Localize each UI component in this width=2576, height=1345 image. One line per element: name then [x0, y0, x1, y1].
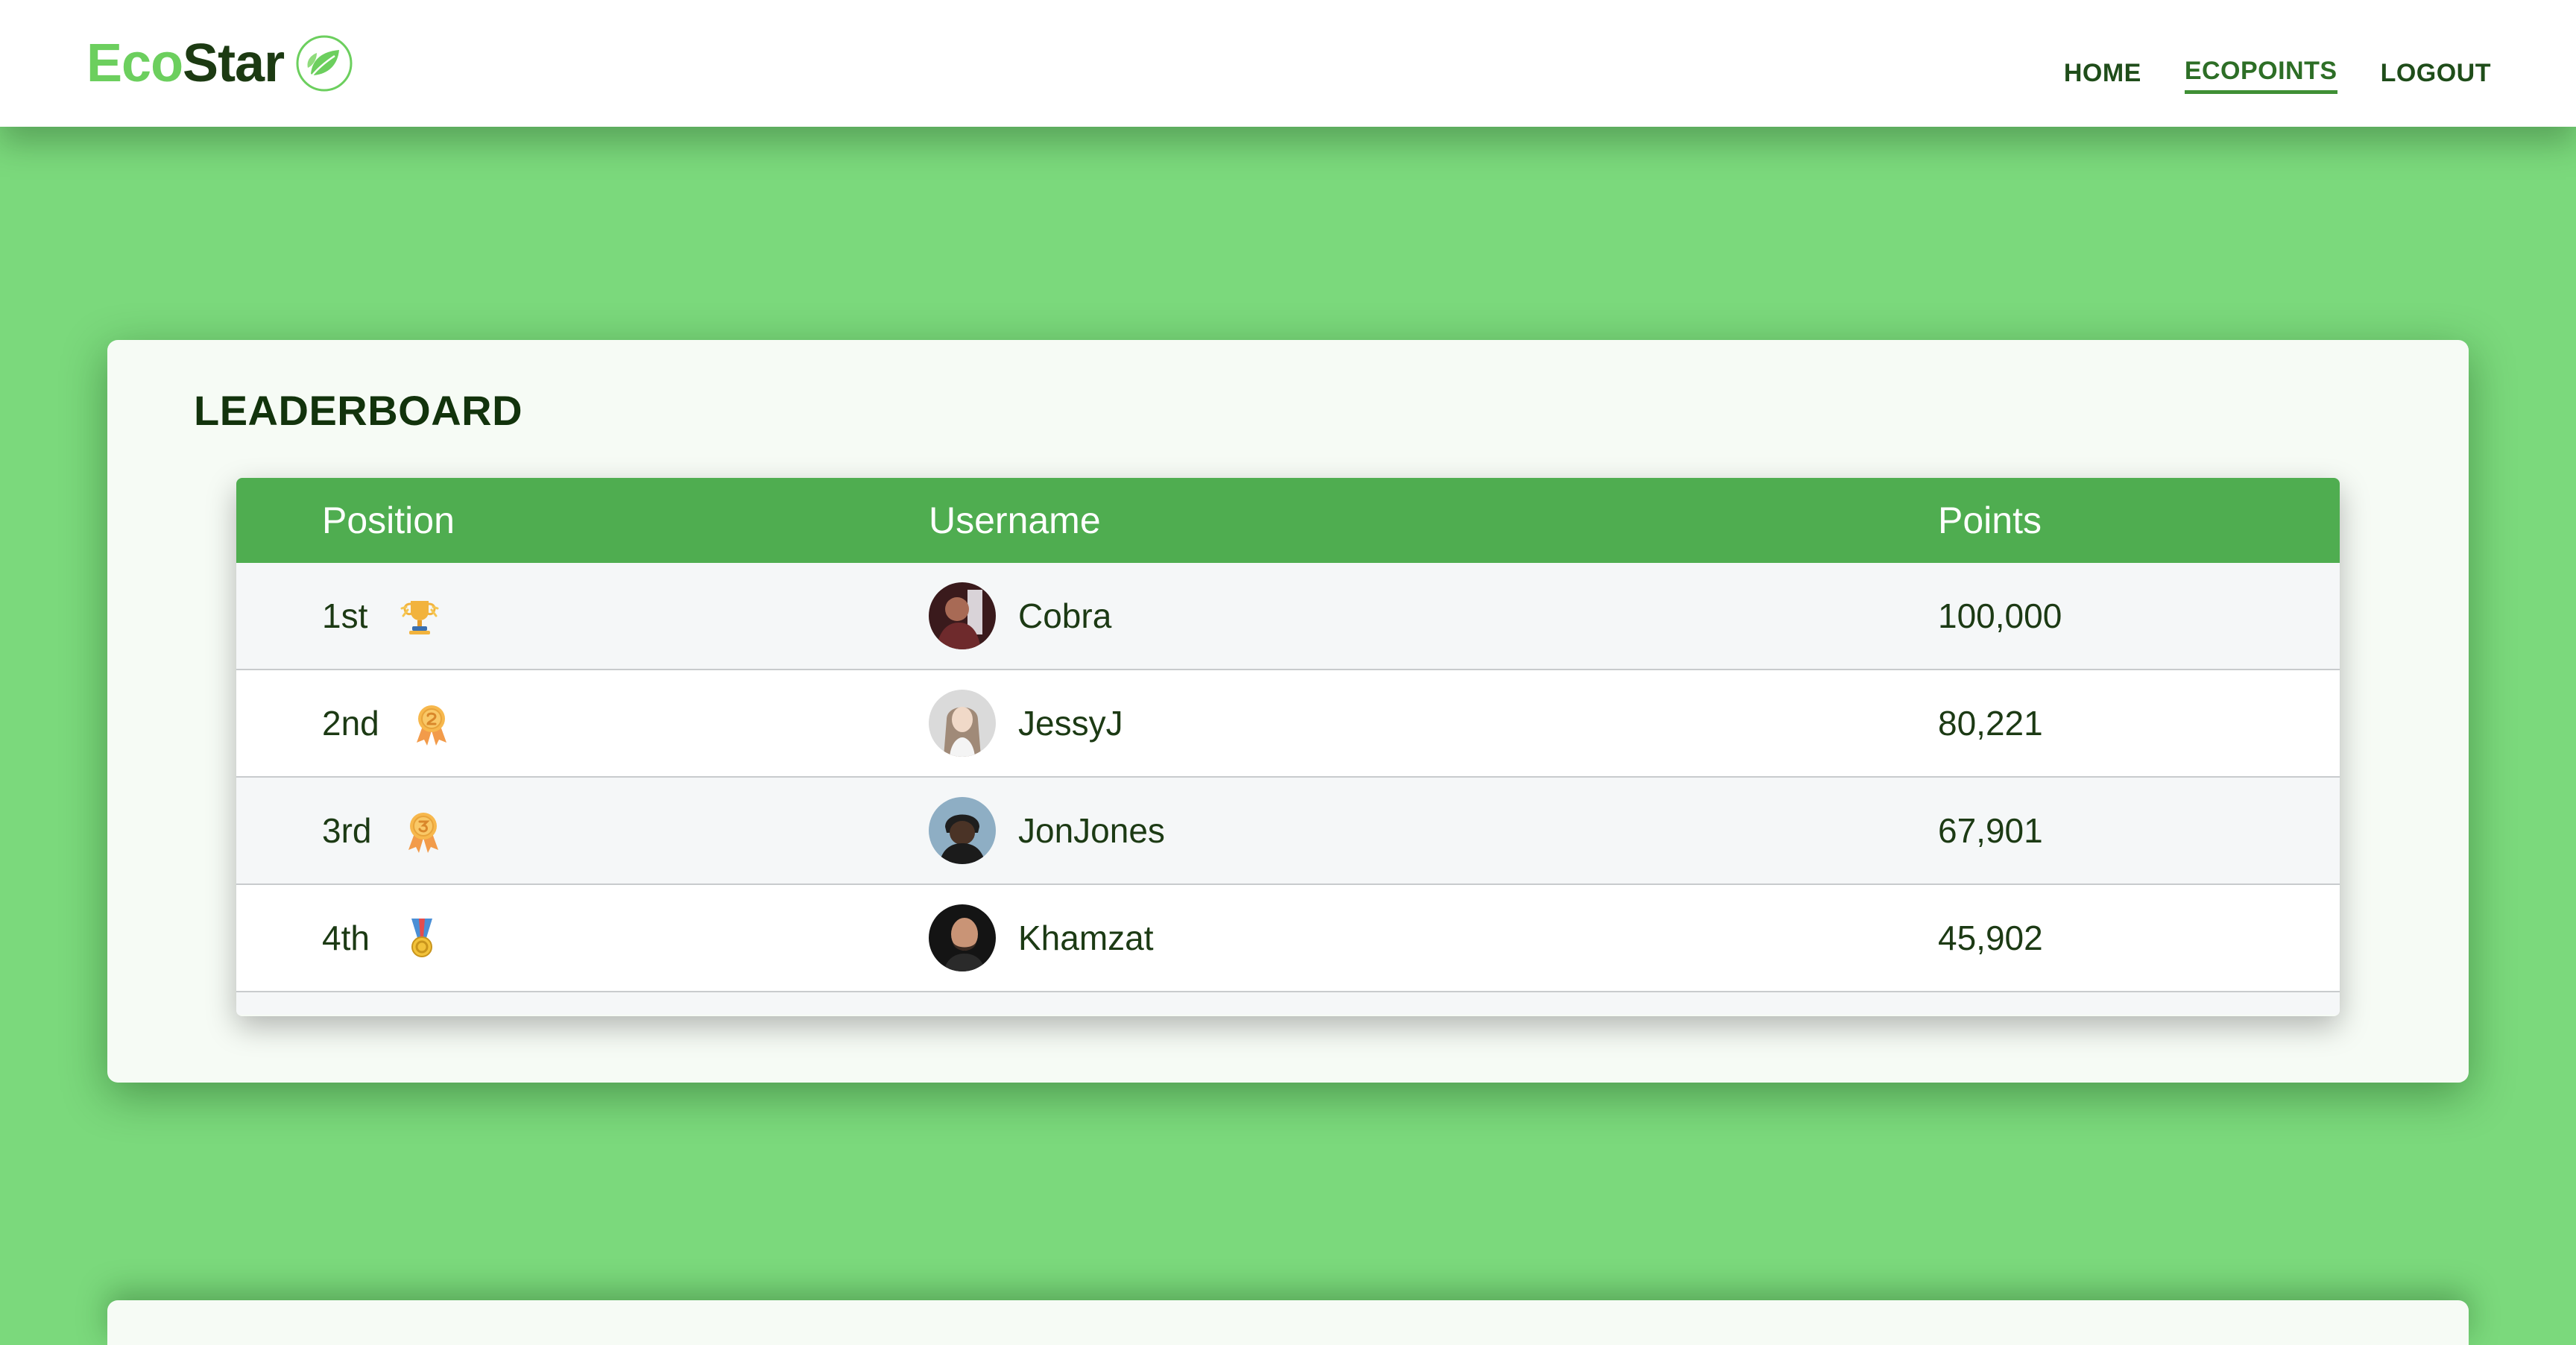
- leaderboard-title: LEADERBOARD: [194, 387, 523, 434]
- avatar[interactable]: [929, 904, 996, 971]
- table-body: 1st Cobra 100,000 2nd JessyJ 80,221 3rd …: [236, 563, 2340, 992]
- position-label: 3rd: [322, 811, 372, 850]
- table-row: 2nd JessyJ 80,221: [236, 670, 2340, 778]
- nav-logout-link[interactable]: LOGOUT: [2381, 59, 2491, 92]
- leaderboard-table: Position Username Points 1st Cobra 100,0…: [236, 478, 2340, 1016]
- medal-3-icon: [408, 813, 439, 853]
- nav-links: HOME ECOPOINTS LOGOUT: [2021, 57, 2491, 94]
- points-cell: 80,221: [1938, 704, 2043, 743]
- username-label: Khamzat: [1018, 919, 1154, 957]
- column-header-position: Position: [322, 500, 455, 541]
- avatar[interactable]: [929, 797, 996, 864]
- top-navbar: Eco Star HOME ECOPOINTS LOGOUT: [0, 0, 2576, 127]
- points-cell: 100,000: [1938, 596, 2062, 635]
- position-label: 2nd: [322, 704, 379, 743]
- username-cell: Khamzat: [929, 885, 1154, 991]
- brand-logo-link[interactable]: Eco Star: [86, 30, 354, 97]
- position-cell: 1st: [322, 563, 442, 669]
- medal-ribbon-icon: [411, 919, 432, 957]
- points-cell: 45,902: [1938, 919, 2043, 957]
- username-label: Cobra: [1018, 596, 1112, 635]
- username-label: JonJones: [1018, 811, 1165, 850]
- username-cell: Cobra: [929, 563, 1111, 669]
- avatar[interactable]: [929, 582, 996, 649]
- position-label: 4th: [322, 919, 370, 957]
- position-label: 1st: [322, 596, 368, 635]
- leaderboard-card: LEADERBOARD Position Username Points 1st: [107, 340, 2469, 1083]
- nav-ecopoints-link[interactable]: ECOPOINTS: [2184, 57, 2337, 94]
- points-cell: 67,901: [1938, 811, 2043, 850]
- trophy-icon: [400, 601, 439, 634]
- position-cell: 3rd: [322, 778, 446, 883]
- username-cell: JessyJ: [929, 670, 1123, 776]
- username-label: JessyJ: [1018, 704, 1123, 743]
- table-row: 1st Cobra 100,000: [236, 563, 2340, 670]
- leaf-globe-icon: [296, 35, 353, 92]
- column-header-username: Username: [929, 500, 1101, 541]
- username-cell: JonJones: [929, 778, 1165, 883]
- table-row: 3rd JonJones 67,901: [236, 778, 2340, 885]
- table-footer-spacer: [236, 992, 2340, 1015]
- position-cell: 2nd: [322, 670, 454, 776]
- position-cell: 4th: [322, 885, 444, 991]
- table-row: 4th Khamzat 45,902: [236, 885, 2340, 992]
- nav-home-link[interactable]: HOME: [2064, 59, 2141, 92]
- table-header: Position Username Points: [236, 478, 2340, 563]
- next-section-card: [107, 1300, 2469, 1345]
- column-header-points: Points: [1938, 500, 2042, 541]
- medal-2-icon: [416, 705, 446, 746]
- avatar[interactable]: [929, 690, 996, 757]
- brand-name-star: Star: [183, 34, 285, 93]
- brand-name-eco: Eco: [86, 34, 183, 93]
